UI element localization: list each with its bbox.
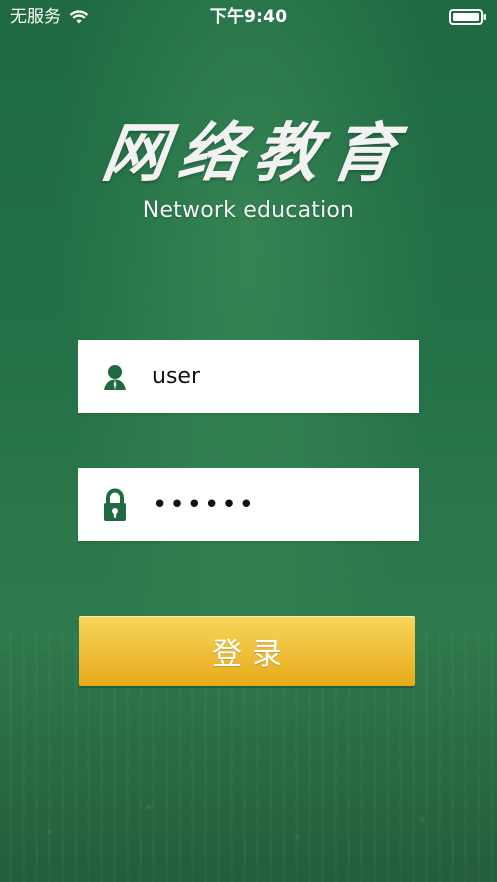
logo-english-title: Network education [142, 198, 355, 223]
battery-icon [449, 8, 487, 26]
user-icon [78, 340, 152, 413]
app-logo: 网络教育 Network education [0, 116, 497, 223]
lock-icon [78, 468, 152, 541]
status-right [449, 0, 487, 34]
username-input[interactable] [152, 364, 402, 389]
status-bar: 无服务 下午9:40 [0, 0, 497, 34]
username-field[interactable] [78, 340, 419, 413]
password-field[interactable] [78, 468, 419, 541]
logo-chinese-title: 网络教育 [97, 116, 412, 191]
login-screen: 无服务 下午9:40 网络教育 Network education user •… [0, 0, 497, 882]
status-time: 下午9:40 [209, 7, 288, 27]
password-input[interactable] [152, 489, 402, 520]
login-button[interactable]: 登录 [79, 616, 415, 686]
login-button-label: 登录 [212, 637, 292, 672]
